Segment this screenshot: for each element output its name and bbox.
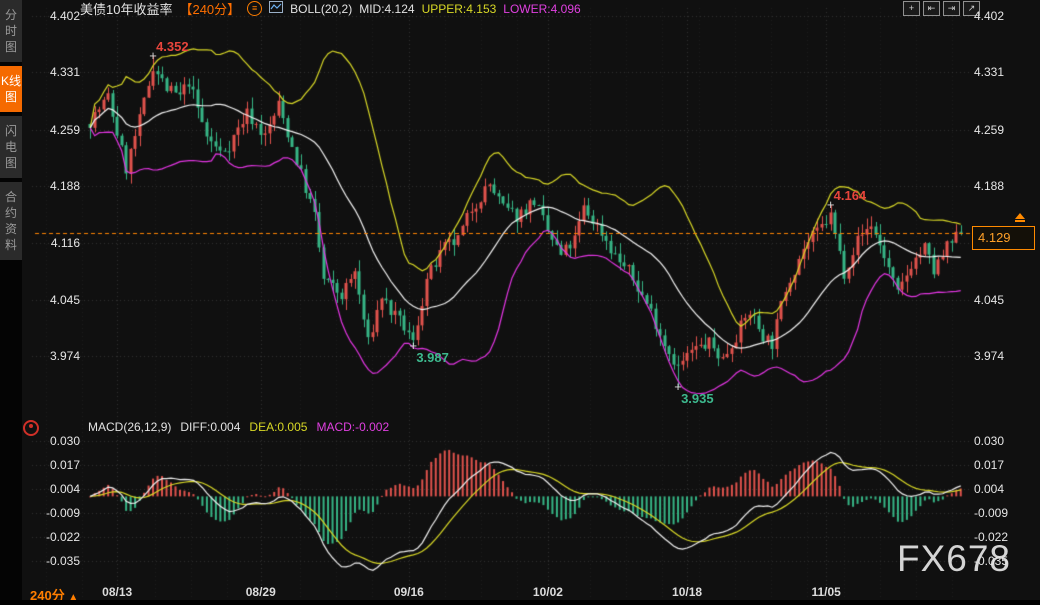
chart-header: 美债10年收益率 【240分】 ≡ BOLL(20,2) MID:4.124 U… (80, 1, 581, 16)
macd-dea-value: DEA:0.005 (249, 420, 307, 434)
macd-header: MACD(26,12,9) DIFF:0.004 DEA:0.005 MACD:… (88, 420, 389, 434)
price-annotation: 3.935 (681, 391, 714, 406)
y-axis-label-left: 4.402 (30, 9, 80, 23)
macd-axis-label-right: 0.017 (974, 458, 1030, 472)
y-axis-label-left: 4.116 (30, 236, 80, 250)
macd-axis-label-right: 0.030 (974, 434, 1030, 448)
macd-axis-label-right: -0.009 (974, 506, 1030, 520)
price-annotation: 3.987 (416, 350, 449, 365)
current-price-label: 4.129 (972, 226, 1035, 250)
pan-right-icon[interactable]: ⇥ (943, 1, 960, 16)
y-axis-label-right: 3.974 (974, 349, 1030, 363)
boll-lower-value: LOWER:4.096 (503, 2, 580, 16)
boll-upper-value: UPPER:4.153 (422, 2, 497, 16)
y-axis-label-left: 4.045 (30, 293, 80, 307)
sidebar-tab-分时图[interactable]: 分时图 (0, 0, 22, 62)
y-axis-label-left: 4.188 (30, 179, 80, 193)
x-axis-date-label: 10/02 (525, 585, 571, 599)
sidebar-tab-闪电图[interactable]: 闪电图 (0, 116, 22, 178)
macd-axis-label-right: -0.022 (974, 530, 1030, 544)
macd-axis-label-left: -0.022 (30, 530, 80, 544)
bottom-strip (0, 600, 1040, 605)
crosshair-tool-icon[interactable]: + (903, 1, 920, 16)
sidebar: 分时图 K线图闪电图合约资料 (0, 0, 22, 605)
settings-icon[interactable]: ≡ (247, 1, 262, 16)
x-axis-date-label: 11/05 (803, 585, 849, 599)
indicator-chart-icon[interactable] (269, 0, 283, 18)
y-axis-label-right: 4.045 (974, 293, 1030, 307)
macd-axis-label-left: 0.017 (30, 458, 80, 472)
pan-left-icon[interactable]: ⇤ (923, 1, 940, 16)
page-title: 美债10年收益率 (80, 0, 172, 18)
x-axis-date-label: 08/13 (94, 585, 140, 599)
x-axis-date-label: 09/16 (386, 585, 432, 599)
price-marker-icon (1014, 213, 1026, 222)
interval-badge: 【240分】 (179, 0, 240, 18)
macd-axis-label-left: -0.035 (30, 554, 80, 568)
y-axis-label-right: 4.331 (974, 65, 1030, 79)
x-axis-date-label: 10/18 (664, 585, 710, 599)
boll-mid-value: MID:4.124 (359, 2, 414, 16)
macd-axis-label-right: 0.004 (974, 482, 1030, 496)
y-axis-label-left: 3.974 (30, 349, 80, 363)
boll-label: BOLL(20,2) (290, 2, 352, 16)
y-axis-label-right: 4.188 (974, 179, 1030, 193)
macd-label: MACD(26,12,9) (88, 420, 171, 434)
macd-axis-label-left: -0.009 (30, 506, 80, 520)
price-annotation: 4.352 (156, 39, 189, 54)
chart-toolbar: +⇤⇥↗ (903, 1, 980, 16)
y-axis-label-right: 4.259 (974, 123, 1030, 137)
chart-canvas[interactable] (0, 0, 1040, 605)
chart-window: 美债10年收益率 【240分】 ≡ BOLL(20,2) MID:4.124 U… (0, 0, 1040, 605)
y-axis-label-left: 4.331 (30, 65, 80, 79)
x-axis-date-label: 08/29 (238, 585, 284, 599)
macd-axis-label-right: -0.035 (974, 554, 1030, 568)
macd-axis-label-left: 0.004 (30, 482, 80, 496)
y-axis-label-left: 4.259 (30, 123, 80, 137)
macd-axis-label-left: 0.030 (30, 434, 80, 448)
macd-diff-value: DIFF:0.004 (180, 420, 240, 434)
sidebar-tab-K线图[interactable]: K线图 (0, 66, 22, 112)
price-annotation: 4.164 (834, 188, 867, 203)
y-axis-label-right: 4.402 (974, 9, 1030, 23)
sidebar-tab-合约资料[interactable]: 合约资料 (0, 182, 22, 260)
macd-macd-value: MACD:-0.002 (316, 420, 389, 434)
